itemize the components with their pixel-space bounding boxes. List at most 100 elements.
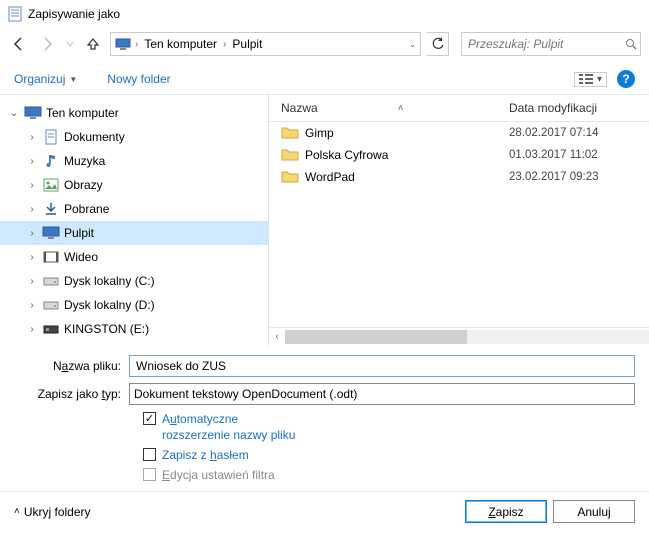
tree-item[interactable]: › Obrazy [0, 173, 268, 197]
tree-item[interactable]: › Dokumenty [0, 125, 268, 149]
file-name: WordPad [305, 170, 509, 184]
column-date[interactable]: Data modyfikacji [509, 101, 639, 115]
monitor-icon [24, 105, 42, 121]
tree-item-label: Pulpit [64, 226, 94, 240]
doc-icon [42, 129, 60, 145]
file-row[interactable]: Polska Cyfrowa01.03.2017 11:02 [269, 144, 649, 166]
column-name[interactable]: Nazwa [281, 101, 318, 115]
toolbar: Organizuj ▼ Nowy folder ▾ ? [0, 64, 649, 95]
titlebar: Zapisywanie jako [0, 0, 649, 28]
file-pane: Nazwa ˄ Data modyfikacji Gimp28.02.2017 … [269, 95, 649, 345]
chevron-right-icon: › [133, 39, 140, 50]
new-folder-button[interactable]: Nowy folder [107, 72, 170, 86]
auto-extension-checkbox[interactable] [143, 412, 156, 425]
tree-item[interactable]: › Pulpit [0, 221, 268, 245]
folder-icon [281, 148, 299, 162]
tree-item-label: Pobrane [64, 202, 109, 216]
expand-icon[interactable]: › [26, 132, 38, 143]
expand-icon[interactable]: › [26, 252, 38, 263]
file-date: 23.02.2017 09:23 [509, 171, 639, 183]
organize-dropdown-icon[interactable]: ▼ [65, 75, 77, 84]
chevron-up-icon: ˄ [14, 506, 20, 517]
filename-input[interactable] [129, 355, 635, 377]
hide-folders-button[interactable]: ˄ Ukryj foldery [14, 505, 91, 519]
view-options-button[interactable]: ▾ [574, 72, 607, 87]
tree-item[interactable]: › Dysk lokalny (D:) [0, 293, 268, 317]
hide-folders-label: Ukryj foldery [24, 505, 91, 519]
drive-icon [42, 297, 60, 313]
tree-item[interactable]: › Wideo [0, 245, 268, 269]
breadcrumb-root[interactable]: Ten komputer [142, 37, 219, 51]
expand-icon[interactable]: › [26, 324, 38, 335]
expand-icon[interactable]: › [26, 300, 38, 311]
chevron-down-icon: ▾ [597, 74, 602, 85]
save-with-password-checkbox[interactable] [143, 448, 156, 461]
pictures-icon [42, 177, 60, 193]
tree-item[interactable]: ⌄Ten komputer [0, 101, 268, 125]
recent-dropdown[interactable] [64, 33, 76, 55]
window-title: Zapisywanie jako [28, 7, 120, 21]
usb-icon [42, 321, 60, 337]
tree-item-label: Dysk lokalny (C:) [64, 274, 155, 288]
dialog-footer: ˄ Ukryj foldery Zapisz Anuluj [0, 491, 649, 533]
search-box[interactable] [461, 32, 641, 56]
chevron-right-icon: › [221, 39, 228, 50]
save-with-password-label[interactable]: Zapisz z hasłem [162, 447, 249, 463]
scroll-thumb[interactable] [285, 330, 467, 344]
tree-item-label: Muzyka [64, 154, 105, 168]
body-split: ⌄Ten komputer › Dokumenty › Muzyka › Obrazy › Po… [0, 95, 649, 345]
help-button[interactable]: ? [617, 70, 635, 88]
expand-icon[interactable]: › [26, 228, 38, 239]
file-row[interactable]: Gimp28.02.2017 07:14 [269, 122, 649, 144]
breadcrumb-dropdown-icon[interactable]: ⌄ [407, 40, 416, 49]
refresh-button[interactable] [427, 32, 449, 56]
document-icon [8, 6, 22, 22]
scroll-track[interactable] [285, 330, 649, 344]
music-icon [42, 153, 60, 169]
file-name: Gimp [305, 126, 509, 140]
monitor-icon [42, 225, 60, 241]
tree-item-label: Dokumenty [64, 130, 125, 144]
up-button[interactable] [82, 33, 104, 55]
tree-item[interactable]: › Dysk lokalny (C:) [0, 269, 268, 293]
tree-item[interactable]: › Pobrane [0, 197, 268, 221]
expand-icon[interactable]: › [26, 180, 38, 191]
expand-icon[interactable]: › [26, 156, 38, 167]
file-list[interactable]: Gimp28.02.2017 07:14Polska Cyfrowa01.03.… [269, 122, 649, 327]
file-row[interactable]: WordPad23.02.2017 09:23 [269, 166, 649, 188]
back-button[interactable] [8, 33, 30, 55]
collapse-icon[interactable]: ⌄ [8, 108, 20, 119]
tree-pane[interactable]: ⌄Ten komputer › Dokumenty › Muzyka › Obrazy › Po… [0, 95, 268, 345]
file-date: 28.02.2017 07:14 [509, 127, 639, 139]
tree-item-label: Wideo [64, 250, 98, 264]
breadcrumb-folder[interactable]: Pulpit [230, 37, 264, 51]
video-icon [42, 249, 60, 265]
tree-item[interactable]: › KINGSTON (E:) [0, 317, 268, 341]
search-icon [625, 38, 637, 50]
tree-item-label: KINGSTON (E:) [64, 322, 149, 336]
horizontal-scrollbar[interactable]: ‹ [269, 327, 649, 345]
tree-item-label: Obrazy [64, 178, 103, 192]
file-date: 01.03.2017 11:02 [509, 149, 639, 161]
folder-icon [281, 126, 299, 140]
save-options: Automatyczne rozszerzenie nazwy pliku Za… [143, 411, 635, 483]
tree-item[interactable]: › Muzyka [0, 149, 268, 173]
filename-label: Nazwa pliku: [14, 359, 129, 373]
cancel-button[interactable]: Anuluj [553, 500, 635, 523]
column-headers[interactable]: Nazwa ˄ Data modyfikacji [269, 95, 649, 122]
forward-button[interactable] [36, 33, 58, 55]
expand-icon[interactable]: › [26, 276, 38, 287]
organize-button[interactable]: Organizuj [14, 72, 65, 86]
edit-filter-label: Edycja ustawień filtra [162, 467, 275, 483]
breadcrumb[interactable]: › Ten komputer › Pulpit ⌄ [110, 32, 421, 56]
expand-icon[interactable]: › [26, 204, 38, 215]
filetype-select[interactable]: Dokument tekstowy OpenDocument (.odt) [129, 383, 635, 405]
auto-extension-label[interactable]: Automatyczne rozszerzenie nazwy pliku [162, 411, 302, 443]
tree-item-label: Dysk lokalny (D:) [64, 298, 155, 312]
save-button[interactable]: Zapisz [465, 500, 547, 523]
monitor-icon [115, 37, 131, 51]
search-input[interactable] [468, 37, 625, 51]
scroll-left-icon[interactable]: ‹ [269, 331, 285, 342]
folder-icon [281, 170, 299, 184]
drive-icon [42, 273, 60, 289]
